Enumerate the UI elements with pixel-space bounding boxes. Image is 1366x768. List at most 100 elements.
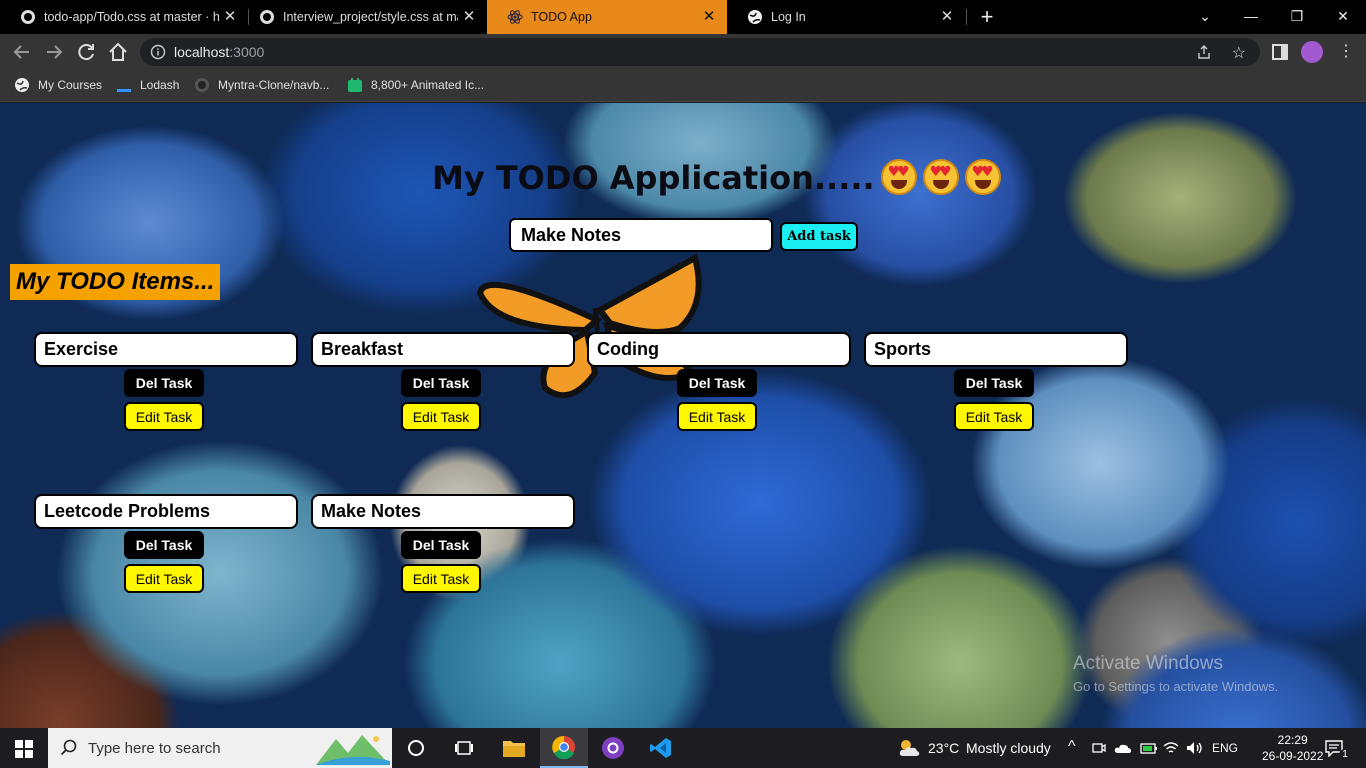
weather-text[interactable]: Mostly cloudy: [966, 740, 1051, 756]
tab-todo-css[interactable]: todo-app/Todo.css at master · he ✕: [0, 0, 248, 34]
bookmark-lodash[interactable]: Lodash: [116, 77, 179, 93]
search-highlight-illustration-icon: [316, 735, 390, 765]
edit-task-button[interactable]: Edit Task: [401, 564, 481, 593]
volume-icon[interactable]: [1186, 741, 1204, 755]
task-view-icon-button[interactable]: [440, 728, 488, 768]
animated-icons-icon: [348, 78, 362, 92]
task-view-icon: [455, 741, 473, 755]
github-icon: [21, 10, 35, 24]
show-hidden-icons-chevron-icon[interactable]: ^: [1068, 738, 1076, 756]
tab-label: Log In: [771, 10, 806, 24]
watermark-title: Activate Windows: [1073, 653, 1223, 674]
file-explorer-button[interactable]: [490, 728, 538, 768]
tab-label: TODO App: [531, 10, 592, 24]
tab-todo-app[interactable]: TODO App ✕: [487, 0, 727, 34]
page-viewport: My TODO Application..... Add task My TOD…: [0, 103, 1366, 728]
tab-search-chevron-icon[interactable]: ⌄: [1182, 0, 1228, 34]
menu-kebab-icon[interactable]: ⋮: [1338, 42, 1354, 62]
todo-item-name: Make Notes: [311, 494, 575, 529]
battery-icon[interactable]: [1140, 742, 1158, 755]
delete-task-button[interactable]: Del Task: [677, 369, 757, 397]
taskbar-search-box[interactable]: Type here to search: [48, 728, 392, 768]
edit-task-button[interactable]: Edit Task: [401, 402, 481, 431]
todo-item: Leetcode Problems Del Task Edit Task: [34, 494, 298, 596]
close-tab-icon[interactable]: ✕: [939, 9, 955, 25]
todo-item-name: Exercise: [34, 332, 298, 367]
edit-task-button[interactable]: Edit Task: [124, 564, 204, 593]
clock-time: 22:29: [1277, 733, 1308, 747]
restore-button[interactable]: ❐: [1274, 0, 1320, 34]
vscode-button[interactable]: [637, 728, 685, 768]
bookmark-animated-icons[interactable]: 8,800+ Animated Ic...: [347, 77, 484, 93]
back-arrow-icon[interactable]: [10, 40, 34, 64]
minimize-button[interactable]: —: [1228, 0, 1274, 34]
windows-taskbar: Type here to search 23°C Mostly cloudy ^…: [0, 728, 1366, 768]
github-desktop-button[interactable]: [589, 728, 637, 768]
input-language[interactable]: ENG: [1212, 741, 1238, 755]
forward-arrow-icon[interactable]: [42, 40, 66, 64]
todo-item-name: Leetcode Problems: [34, 494, 298, 529]
edit-task-button[interactable]: Edit Task: [954, 402, 1034, 431]
edit-task-button[interactable]: Edit Task: [677, 402, 757, 431]
tab-label: todo-app/Todo.css at master · he: [44, 10, 219, 24]
todo-item: Sports Del Task Edit Task: [864, 332, 1128, 434]
delete-task-button[interactable]: Del Task: [124, 531, 204, 559]
task-view-button[interactable]: [392, 728, 440, 768]
bookmark-my-courses[interactable]: My Courses: [14, 77, 102, 93]
cortana-circle-icon: [408, 740, 424, 756]
edit-task-button[interactable]: Edit Task: [124, 402, 204, 431]
side-panel-icon[interactable]: [1268, 40, 1292, 64]
bookmark-label: 8,800+ Animated Ic...: [371, 78, 485, 92]
close-tab-icon[interactable]: ✕: [701, 9, 717, 25]
heart-eyes-emoji-icon: [964, 159, 1001, 195]
windows-start-icon[interactable]: [15, 740, 33, 758]
todo-item-name: Sports: [864, 332, 1128, 367]
info-icon[interactable]: [150, 44, 166, 60]
close-tab-icon[interactable]: ✕: [222, 9, 238, 25]
reload-icon[interactable]: [74, 40, 98, 64]
url-host: localhost: [174, 44, 230, 60]
page-title-text: My TODO Application.....: [432, 159, 875, 197]
onedrive-cloud-icon[interactable]: [1114, 742, 1132, 754]
url-text[interactable]: localhost:3000: [174, 44, 264, 60]
url-port: :3000: [229, 44, 265, 60]
wifi-icon[interactable]: [1163, 741, 1179, 755]
todo-item: Breakfast Del Task Edit Task: [311, 332, 575, 434]
tab-label: Interview_project/style.css at mas: [283, 10, 458, 24]
tab-separator: [966, 9, 967, 25]
home-icon[interactable]: [106, 40, 130, 64]
share-icon[interactable]: [1196, 44, 1212, 60]
close-tab-icon[interactable]: ✕: [461, 9, 477, 25]
search-icon: [60, 739, 77, 756]
task-input[interactable]: [509, 218, 773, 252]
github-icon: [260, 10, 274, 24]
add-task-button[interactable]: Add task: [780, 222, 858, 251]
notification-count-badge: 1: [1339, 749, 1351, 761]
bookmark-label: Lodash: [140, 78, 180, 92]
chrome-taskbar-button[interactable]: [540, 728, 588, 768]
delete-task-button[interactable]: Del Task: [401, 531, 481, 559]
bookmark-myntra-clone[interactable]: Myntra-Clone/navb...: [194, 77, 329, 93]
folder-icon: [503, 741, 525, 757]
github-icon: [195, 78, 209, 92]
todo-item: Exercise Del Task Edit Task: [34, 332, 298, 434]
meet-now-icon[interactable]: [1092, 741, 1106, 755]
delete-task-button[interactable]: Del Task: [954, 369, 1034, 397]
bookmark-label: My Courses: [38, 78, 103, 92]
weather-temp[interactable]: 23°C: [928, 740, 959, 756]
profile-avatar[interactable]: [1301, 41, 1323, 63]
delete-task-button[interactable]: Del Task: [401, 369, 481, 397]
tab-log-in[interactable]: Log In ✕: [727, 0, 965, 34]
activate-windows-watermark: Activate Windows Go to Settings to activ…: [1073, 653, 1278, 694]
bookmark-star-icon[interactable]: ☆: [1232, 43, 1246, 63]
taskbar-clock[interactable]: 22:29 26-09-2022: [1262, 732, 1323, 764]
new-tab-button[interactable]: +: [976, 6, 998, 28]
bookmark-label: Myntra-Clone/navb...: [218, 78, 330, 92]
items-section-title: My TODO Items...: [10, 264, 221, 300]
tab-interview-style[interactable]: Interview_project/style.css at mas ✕: [239, 0, 487, 34]
todo-item: Make Notes Del Task Edit Task: [311, 494, 575, 596]
github-desktop-icon: [602, 737, 624, 759]
address-bar[interactable]: localhost:3000 ☆: [140, 38, 1260, 66]
delete-task-button[interactable]: Del Task: [124, 369, 204, 397]
window-close-button[interactable]: ✕: [1320, 0, 1366, 34]
